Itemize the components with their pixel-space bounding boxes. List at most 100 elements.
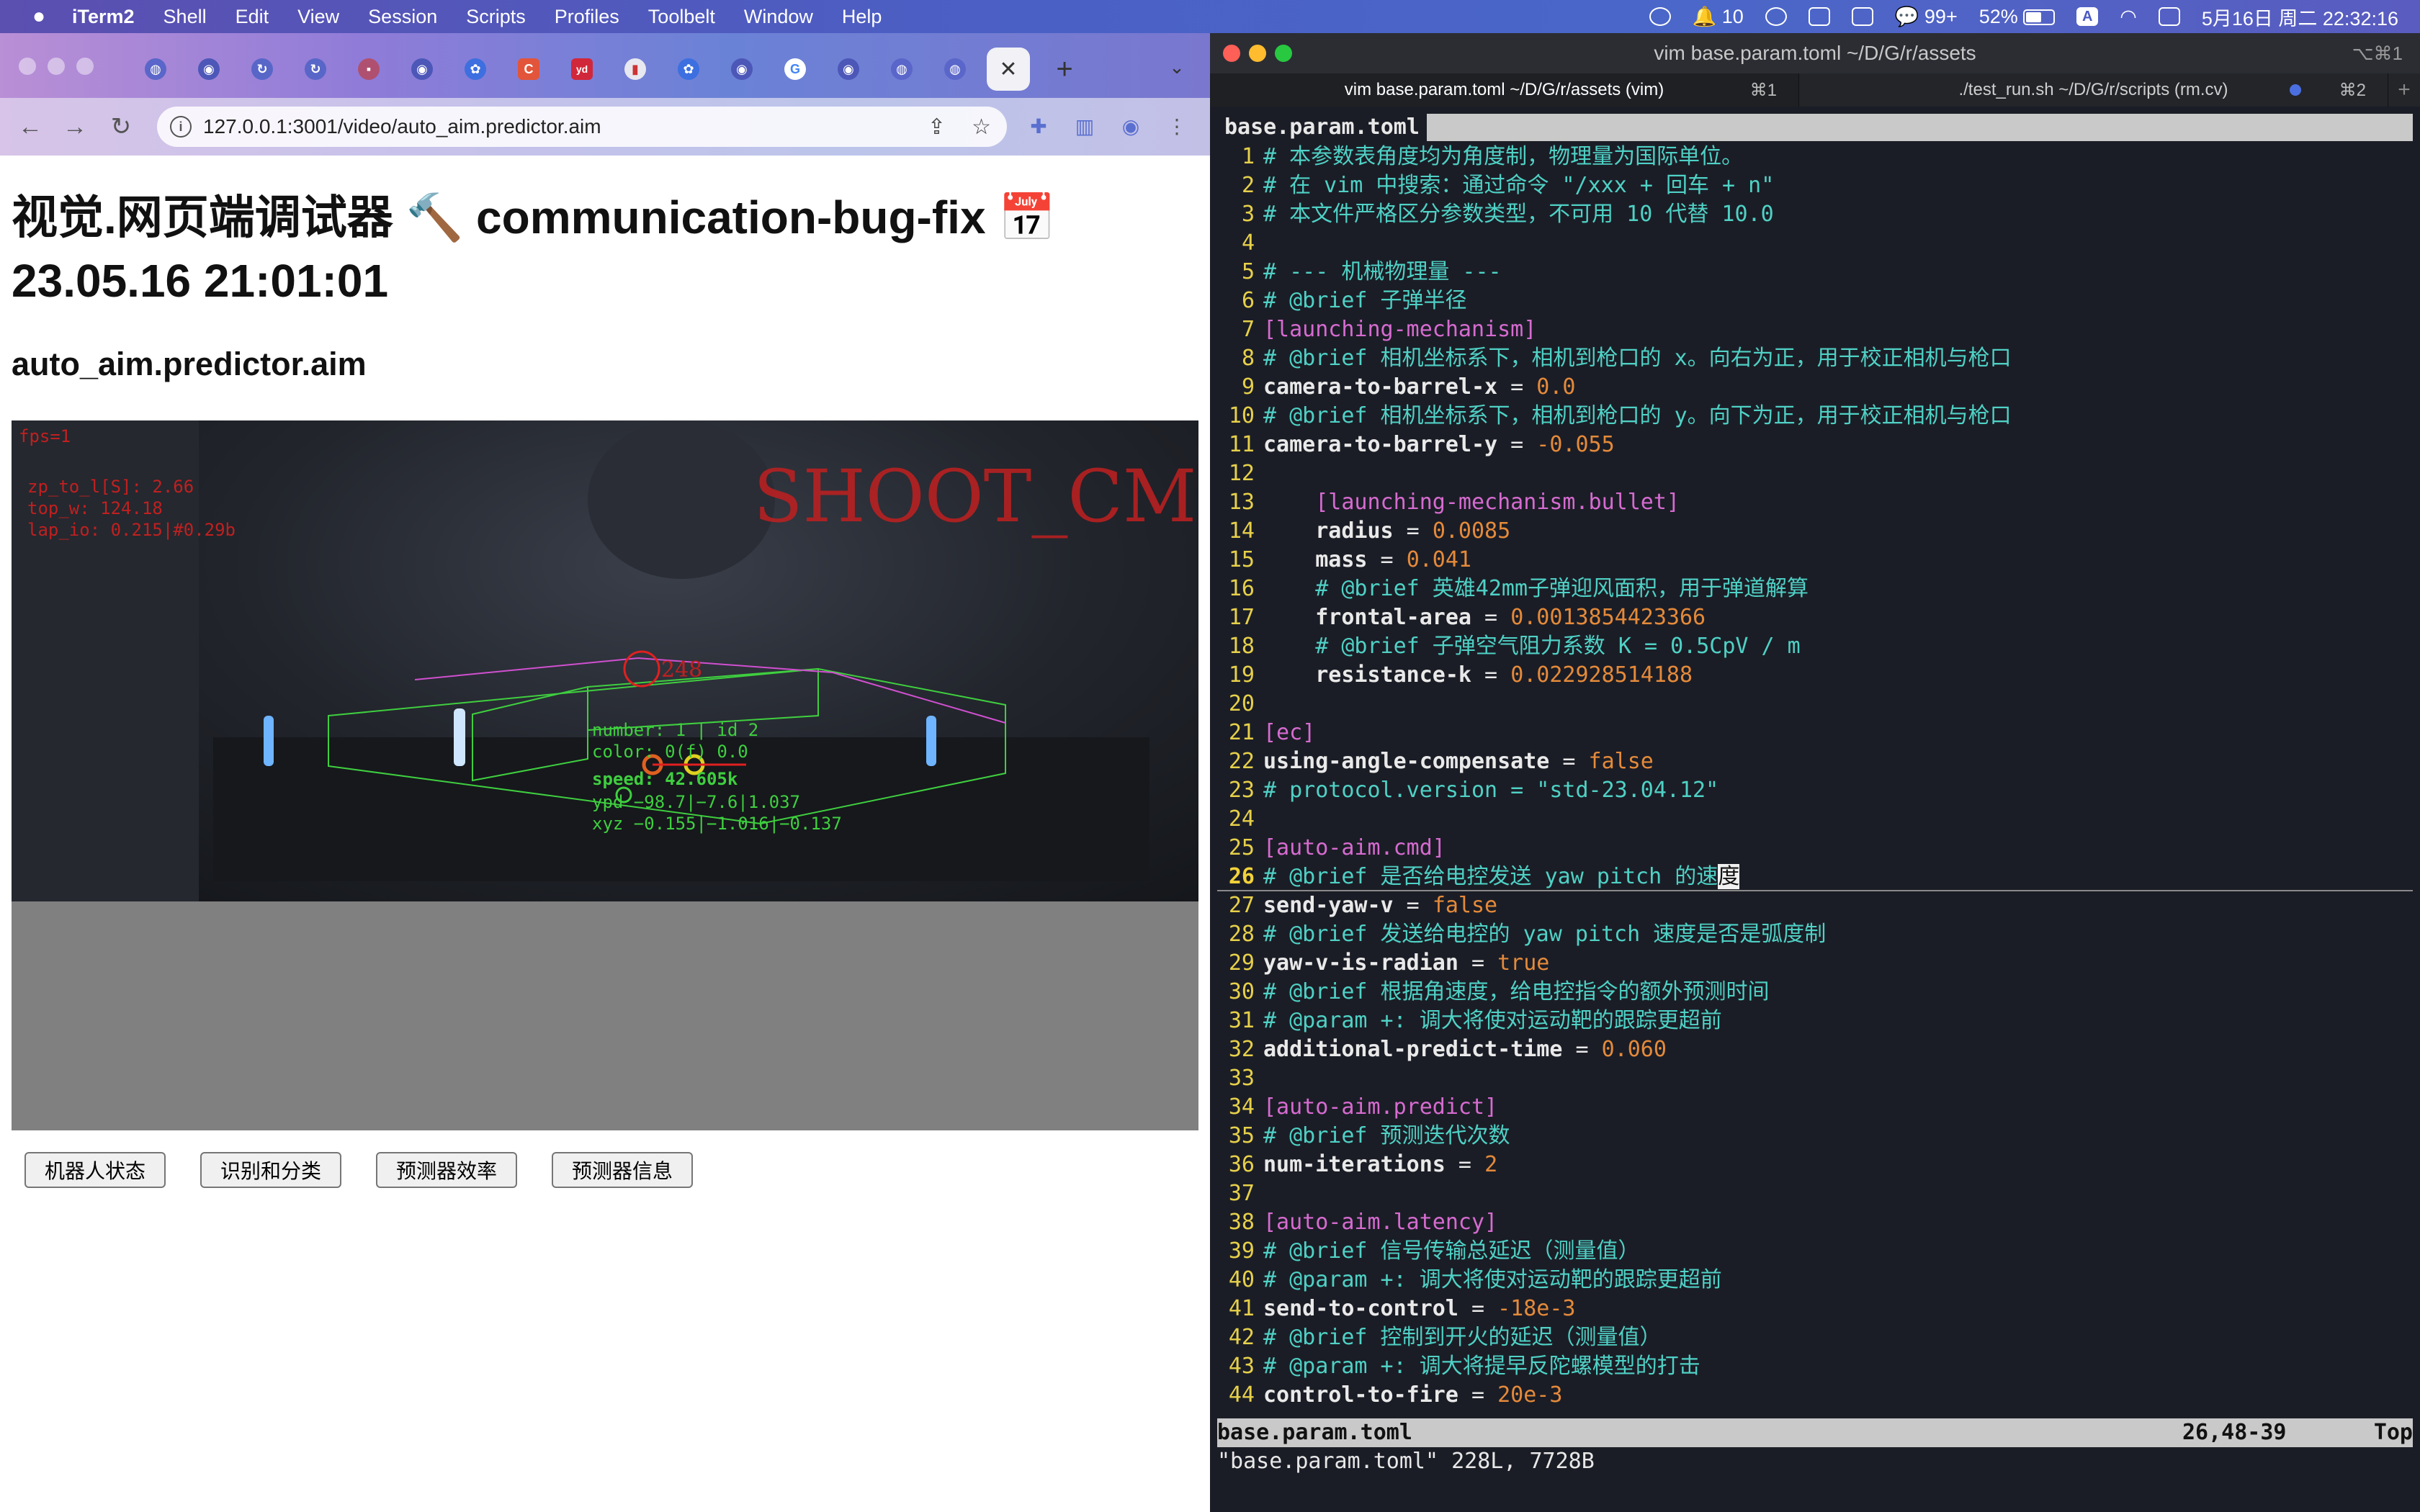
code-line[interactable]: 4: [1217, 229, 2413, 258]
code-line[interactable]: 2 # 在 vim 中搜索：通过命令 "/xxx + 回车 + n": [1217, 171, 2413, 200]
url-text[interactable]: 127.0.0.1:3001/video/auto_aim.predictor.…: [203, 115, 601, 138]
code-line[interactable]: 38 [auto-aim.latency]: [1217, 1208, 2413, 1237]
cloud-icon[interactable]: [1765, 7, 1787, 26]
code-line[interactable]: 13 [launching-mechanism.bullet]: [1217, 488, 2413, 517]
browser-tab[interactable]: ↻: [294, 48, 337, 91]
code-line[interactable]: 42 # @brief 控制到开火的延迟（测量值）: [1217, 1323, 2413, 1352]
zoom-window-button[interactable]: [76, 58, 94, 75]
new-terminal-tab-button[interactable]: +: [2388, 73, 2420, 107]
clock[interactable]: 5月16日 周二 22:32:16: [2202, 3, 2398, 31]
browser-tab[interactable]: ◍: [933, 48, 977, 91]
code-line[interactable]: 33: [1217, 1064, 2413, 1093]
code-line[interactable]: 23 # protocol.version = "std-23.04.12": [1217, 776, 2413, 805]
code-line[interactable]: 26 # @brief 是否给电控发送 yaw pitch 的速度: [1217, 863, 2413, 891]
browser-tab[interactable]: ✿: [667, 48, 710, 91]
forward-button[interactable]: →: [59, 111, 91, 143]
grid-icon[interactable]: [1851, 7, 1873, 26]
code-line[interactable]: 24: [1217, 805, 2413, 834]
minimize-window-button[interactable]: [1249, 45, 1266, 62]
code-line[interactable]: 12: [1217, 459, 2413, 488]
code-line[interactable]: 41 send-to-control = -18e-3: [1217, 1295, 2413, 1323]
menu-shell[interactable]: Shell: [163, 6, 207, 28]
tab-search-chevron-icon[interactable]: ⌄: [1162, 56, 1191, 85]
sidepanel-icon[interactable]: ▥: [1069, 111, 1101, 143]
code-line[interactable]: 20: [1217, 690, 2413, 719]
bell-status[interactable]: 🔔 10: [1693, 5, 1744, 28]
apple-menu-icon[interactable]: ●: [24, 4, 53, 29]
bookmark-star-icon[interactable]: ☆: [972, 114, 991, 140]
menu-session[interactable]: Session: [368, 6, 437, 28]
vim-buffer-tab[interactable]: base.param.toml: [1217, 114, 1427, 141]
browser-tab[interactable]: ✿: [454, 48, 497, 91]
active-tab-close-button[interactable]: ✕: [987, 48, 1030, 91]
minimize-window-button[interactable]: [48, 58, 65, 75]
browser-tab[interactable]: ◍: [134, 48, 177, 91]
menu-app-name[interactable]: iTerm2: [72, 6, 135, 28]
menu-help[interactable]: Help: [842, 6, 882, 28]
code-line[interactable]: 25 [auto-aim.cmd]: [1217, 834, 2413, 863]
input-method-icon[interactable]: A: [2076, 7, 2099, 26]
code-line[interactable]: 43 # @param +: 调大将提早反陀螺模型的打击: [1217, 1352, 2413, 1381]
profile-avatar[interactable]: ◉: [1115, 111, 1147, 143]
browser-tab[interactable]: G: [774, 48, 817, 91]
menu-edit[interactable]: Edit: [236, 6, 269, 28]
code-line[interactable]: 35 # @brief 预测迭代次数: [1217, 1122, 2413, 1151]
code-line[interactable]: 44 control-to-fire = 20e-3: [1217, 1381, 2413, 1410]
terminal-tab[interactable]: ./test_run.sh ~/D/G/r/scripts (rm.cv) ⌘2: [1799, 73, 2388, 107]
code-line[interactable]: 11 camera-to-barrel-y = -0.055: [1217, 431, 2413, 459]
code-line[interactable]: 32 additional-predict-time = 0.060: [1217, 1035, 2413, 1064]
vim-editor[interactable]: base.param.toml 1 # 本参数表角度均为角度制，物理量为国际单位。…: [1210, 114, 2420, 1512]
code-line[interactable]: 39 # @brief 信号传输总延迟（测量值）: [1217, 1237, 2413, 1266]
browser-tab[interactable]: ◉: [187, 48, 230, 91]
vim-buffer[interactable]: 1 # 本参数表角度均为角度制，物理量为国际单位。 2 # 在 vim 中搜索：通过命…: [1217, 143, 2413, 1410]
browser-tab[interactable]: C: [507, 48, 550, 91]
menu-view[interactable]: View: [297, 6, 339, 28]
browser-tab[interactable]: ↻: [241, 48, 284, 91]
code-line[interactable]: 6 # @brief 子弹半径: [1217, 287, 2413, 315]
video-stream[interactable]: fps=1 zp_to_l[S]: 2.66 top_w: 124.18 lap…: [12, 420, 1198, 1130]
code-line[interactable]: 1 # 本参数表角度均为角度制，物理量为国际单位。: [1217, 143, 2413, 171]
browser-tab[interactable]: ◉: [400, 48, 444, 91]
menu-profiles[interactable]: Profiles: [555, 6, 619, 28]
robot-status-button[interactable]: 机器人状态: [24, 1152, 166, 1188]
code-line[interactable]: 5 # --- 机械物理量 ---: [1217, 258, 2413, 287]
share-icon[interactable]: ⇪: [928, 114, 946, 140]
close-window-button[interactable]: [19, 58, 36, 75]
terminal-tab[interactable]: vim base.param.toml ~/D/G/r/assets (vim)…: [1210, 73, 1799, 107]
code-line[interactable]: 30 # @brief 根据角速度，给电控指令的额外预测时间: [1217, 978, 2413, 1007]
zoom-window-button[interactable]: [1275, 45, 1292, 62]
code-line[interactable]: 9 camera-to-barrel-x = 0.0: [1217, 373, 2413, 402]
code-line[interactable]: 14 radius = 0.0085: [1217, 517, 2413, 546]
cat-icon[interactable]: [1649, 7, 1671, 26]
control-center-icon[interactable]: [2158, 7, 2180, 26]
code-line[interactable]: 15 mass = 0.041: [1217, 546, 2413, 575]
code-line[interactable]: 21 [ec]: [1217, 719, 2413, 747]
predictor-info-button[interactable]: 预测器信息: [552, 1152, 694, 1188]
menu-window[interactable]: Window: [744, 6, 813, 28]
wifi-icon[interactable]: ◠: [2120, 6, 2137, 28]
address-bar[interactable]: i 127.0.0.1:3001/video/auto_aim.predicto…: [157, 107, 1007, 147]
code-line[interactable]: 29 yaw-v-is-radian = true: [1217, 949, 2413, 978]
code-line[interactable]: 27 send-yaw-v = false: [1217, 891, 2413, 920]
extensions-icon[interactable]: ✚: [1023, 111, 1054, 143]
browser-tab[interactable]: ◉: [827, 48, 870, 91]
code-line[interactable]: 31 # @param +: 调大将使对运动靶的跟踪更超前: [1217, 1007, 2413, 1035]
close-window-button[interactable]: [1223, 45, 1240, 62]
code-line[interactable]: 22 using-angle-compensate = false: [1217, 747, 2413, 776]
new-tab-button[interactable]: +: [1050, 55, 1079, 84]
reload-button[interactable]: ↻: [105, 111, 137, 143]
code-line[interactable]: 18 # @brief 子弹空气阻力系数 K = 0.5CpV / m: [1217, 632, 2413, 661]
predictor-efficiency-button[interactable]: 预测器效率: [376, 1152, 518, 1188]
code-line[interactable]: 16 # @brief 英雄42mm子弹迎风面积，用于弹道解算: [1217, 575, 2413, 603]
browser-tab[interactable]: ▮: [614, 48, 657, 91]
code-line[interactable]: 8 # @brief 相机坐标系下，相机到枪口的 x。向右为正，用于校正相机与枪口: [1217, 344, 2413, 373]
browser-tab[interactable]: ◍: [880, 48, 923, 91]
wechat-status[interactable]: 💬 99+: [1895, 5, 1958, 28]
browser-tab[interactable]: ◉: [720, 48, 763, 91]
code-line[interactable]: 36 num-iterations = 2: [1217, 1151, 2413, 1179]
site-info-icon[interactable]: i: [170, 116, 192, 138]
back-button[interactable]: ←: [14, 111, 46, 143]
browser-tab[interactable]: ▪: [347, 48, 390, 91]
hexagon-icon[interactable]: [1808, 7, 1830, 26]
code-line[interactable]: 10 # @brief 相机坐标系下，相机到枪口的 y。向下为正，用于校正相机与枪…: [1217, 402, 2413, 431]
